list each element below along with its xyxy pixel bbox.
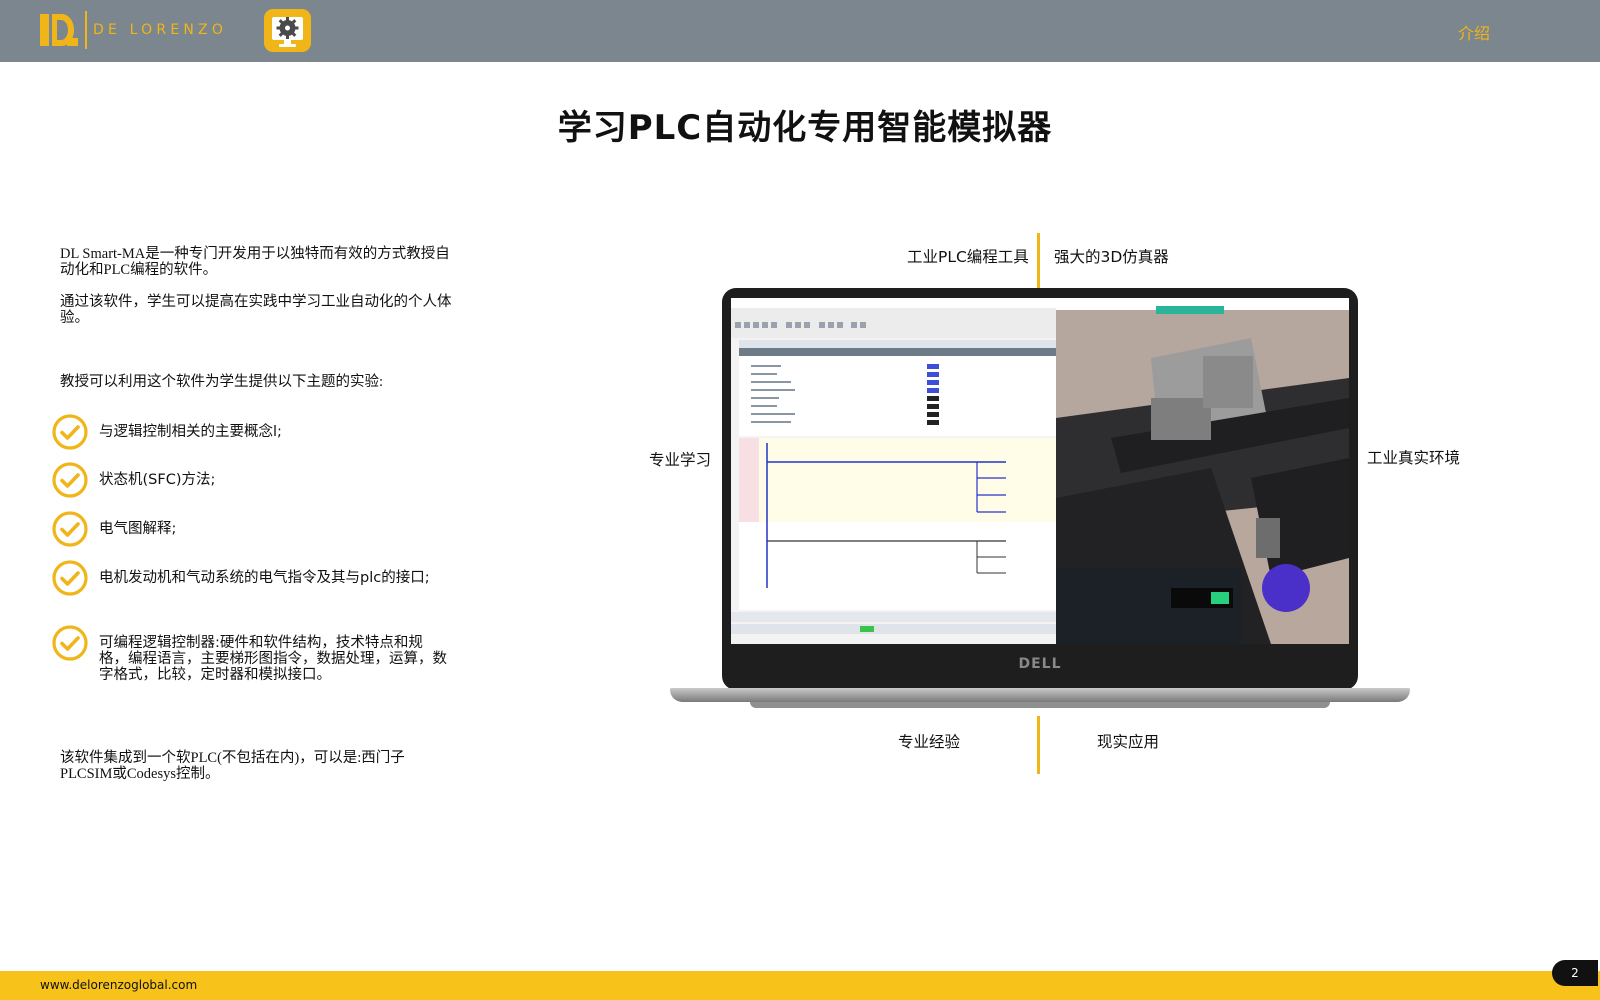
check-circle-icon: [52, 625, 88, 661]
dl-logo-icon: [40, 14, 78, 46]
laptop-screenshot-image: [731, 298, 1349, 644]
laptop-base-shadow: [750, 702, 1330, 708]
laptop-brand: DELL: [1018, 656, 1062, 672]
check-circle-icon: [52, 414, 88, 450]
check-circle-icon: [52, 560, 88, 596]
intro-paragraph-1: DL Smart-MA是一种专门开发用于以独特而有效的方式教授自动化和PLC编程…: [60, 246, 450, 278]
topic-label: 与逻辑控制相关的主要概念l;: [99, 424, 282, 440]
header-bar: [0, 0, 1600, 62]
laptop-base: [670, 688, 1410, 702]
label-professional-experience: 专业经验: [898, 733, 961, 751]
topic-label: 电机发动机和气动系统的电气指令及其与plc的接口;: [99, 570, 430, 586]
divider-line-bottom: [1037, 716, 1040, 774]
page-title: 学习PLC自动化专用智能模拟器: [557, 108, 1053, 148]
topic-label: 电气图解释;: [99, 521, 177, 537]
logo-divider: [85, 11, 87, 49]
laptop-illustration: DELL: [670, 288, 1410, 724]
check-circle-icon: [52, 511, 88, 547]
nav-intro-link[interactable]: 介绍: [1458, 20, 1490, 44]
label-3d-simulator: 强大的3D仿真器: [1054, 248, 1169, 266]
gear-monitor-icon: [264, 9, 311, 52]
laptop-screen: DELL: [722, 288, 1358, 690]
label-plc-tool: 工业PLC编程工具: [907, 248, 1029, 266]
label-real-application: 现实应用: [1097, 733, 1160, 751]
page-number: 2: [1552, 960, 1598, 986]
intro-paragraph-4: 该软件集成到一个软PLC(不包括在内)，可以是:西门子PLCSIM或Codesy…: [60, 750, 405, 782]
topic-label: 可编程逻辑控制器:硬件和软件结构，技术特点和规格，编程语言，主要梯形图指令，数据…: [99, 635, 447, 683]
intro-paragraph-3: 教授可以利用这个软件为学生提供以下主题的实验:: [60, 374, 384, 390]
topic-label: 状态机(SFC)方法;: [99, 472, 216, 488]
footer-url[interactable]: www.delorenzoglobal.com: [40, 978, 197, 992]
divider-line-top: [1037, 233, 1040, 289]
check-circle-icon: [52, 462, 88, 498]
footer-bar: [0, 971, 1600, 1000]
intro-paragraph-2: 通过该软件，学生可以提高在实践中学习工业自动化的个人体验。: [60, 294, 452, 326]
brand-name: DE LORENZO: [93, 22, 228, 38]
